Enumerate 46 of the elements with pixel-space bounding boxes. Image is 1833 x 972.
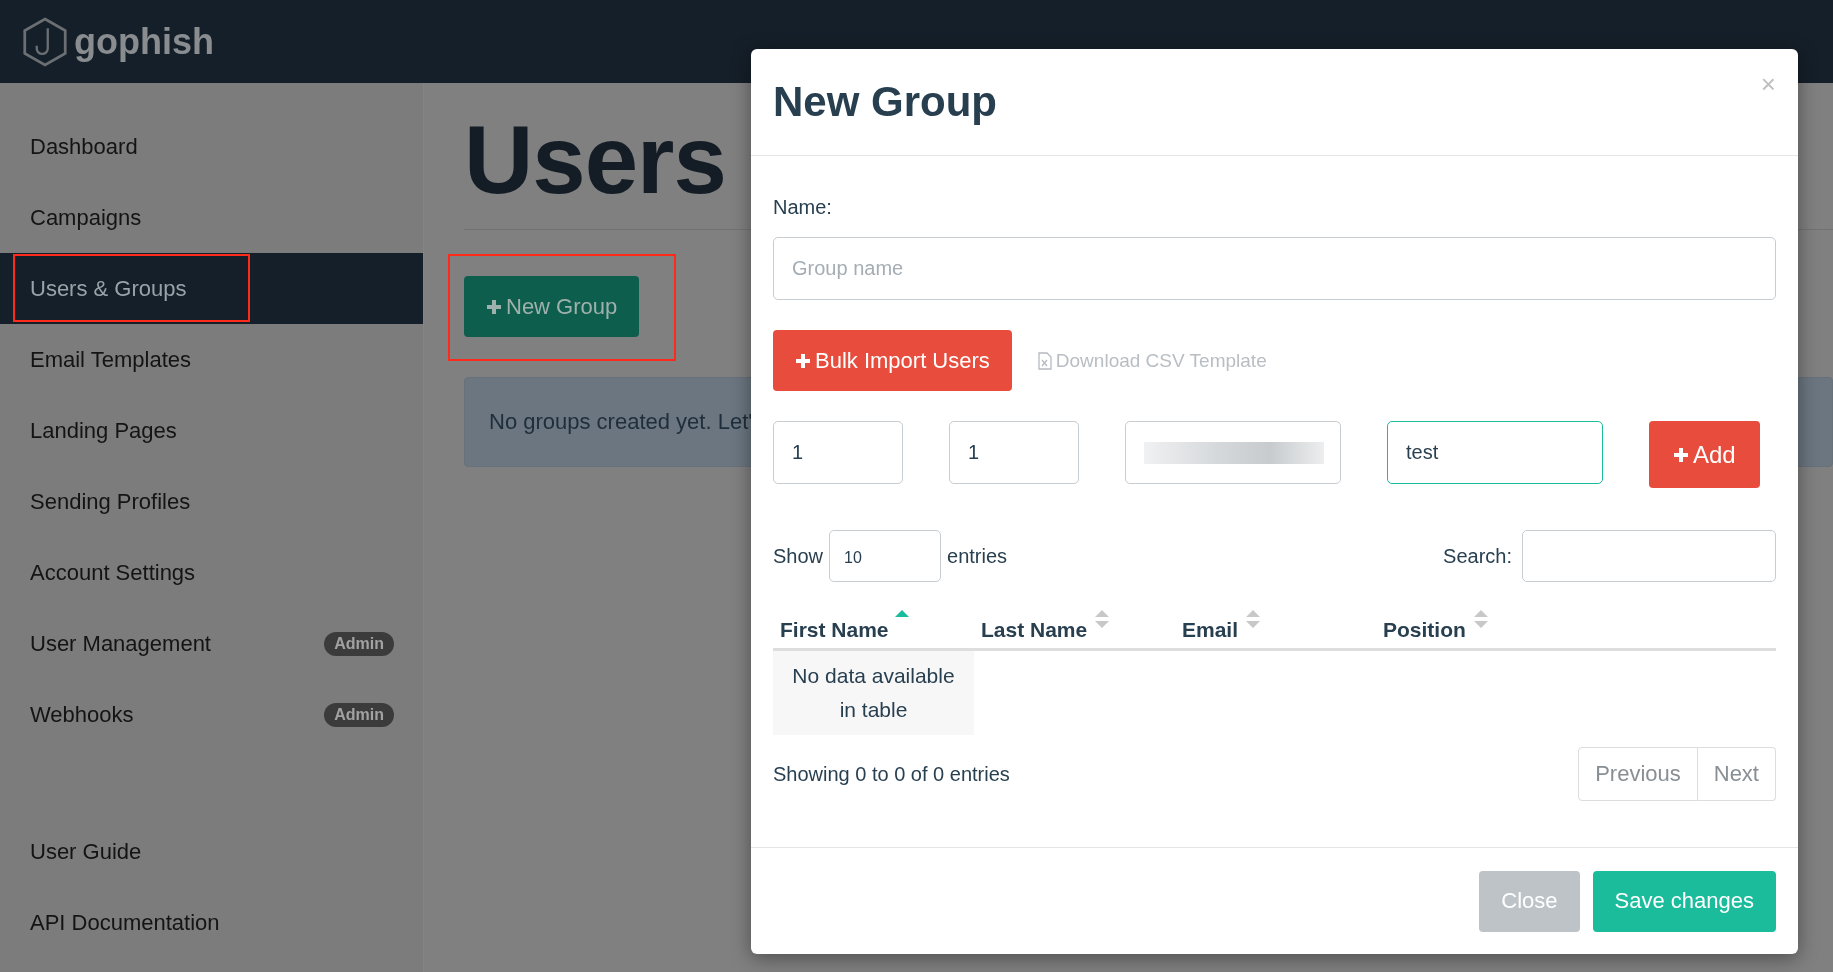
name-input[interactable]: Group name: [773, 237, 1776, 300]
sidebar-item[interactable]: Email Templates: [0, 324, 423, 395]
sidebar-item[interactable]: User Management Admin: [0, 608, 423, 679]
add-button[interactable]: Add: [1649, 421, 1760, 488]
input-field[interactable]: [1125, 421, 1341, 484]
sidebar-item[interactable]: Dashboard: [0, 111, 423, 182]
plus-icon: [795, 352, 811, 369]
column-header[interactable]: Position: [1376, 596, 1577, 648]
page-title: Users: [464, 105, 726, 215]
modal-title: New Group: [773, 78, 997, 126]
input-field[interactable]: 1: [949, 421, 1079, 484]
plus-icon: [486, 298, 502, 315]
plus-icon: [1673, 446, 1689, 463]
input-field[interactable]: 1: [773, 421, 903, 484]
column-label: Last Name: [981, 618, 1088, 642]
empty-table-cell: No data available in table: [773, 651, 974, 735]
sidebar-item[interactable]: Webhooks Admin: [0, 679, 423, 750]
name-label: Name:: [773, 196, 833, 219]
hook-logo-icon: [22, 16, 68, 67]
column-header[interactable]: First Name: [773, 596, 974, 648]
search-field[interactable]: [1522, 530, 1776, 582]
search-label: Search:: [1443, 544, 1512, 568]
sidebar-item[interactable]: Landing Pages: [0, 395, 423, 466]
sidebar-item[interactable]: Users & Groups: [0, 253, 423, 324]
sidebar-item[interactable]: Sending Profiles: [0, 466, 423, 537]
column-label: First Name: [780, 618, 889, 642]
sidebar-item[interactable]: API Documentation: [0, 887, 423, 958]
sidebar-item[interactable]: User Guide: [0, 816, 423, 887]
entries-label: entries: [947, 544, 1008, 568]
sidebar-item[interactable]: Campaigns: [0, 182, 423, 253]
table-info: Showing 0 to 0 of 0 entries: [773, 762, 1010, 786]
column-header[interactable]: Email: [1175, 596, 1376, 648]
entries-select[interactable]: 10: [829, 530, 942, 582]
input-field[interactable]: test: [1387, 421, 1603, 484]
bulk-import-button[interactable]: Bulk Import Users: [773, 330, 1012, 391]
file-icon: [1037, 351, 1052, 370]
column-label: Email: [1182, 618, 1239, 642]
admin-badge: Admin: [324, 702, 394, 727]
save-button[interactable]: Save changes: [1592, 870, 1776, 932]
new-group-button[interactable]: New Group: [464, 276, 640, 337]
show-label: Show: [773, 544, 824, 568]
admin-badge: Admin: [324, 631, 394, 656]
column-header[interactable]: Last Name: [974, 596, 1175, 648]
column-label: Position: [1383, 618, 1466, 642]
logo-text: gophish: [74, 20, 214, 63]
sidebar-item[interactable]: Account Settings: [0, 537, 423, 608]
